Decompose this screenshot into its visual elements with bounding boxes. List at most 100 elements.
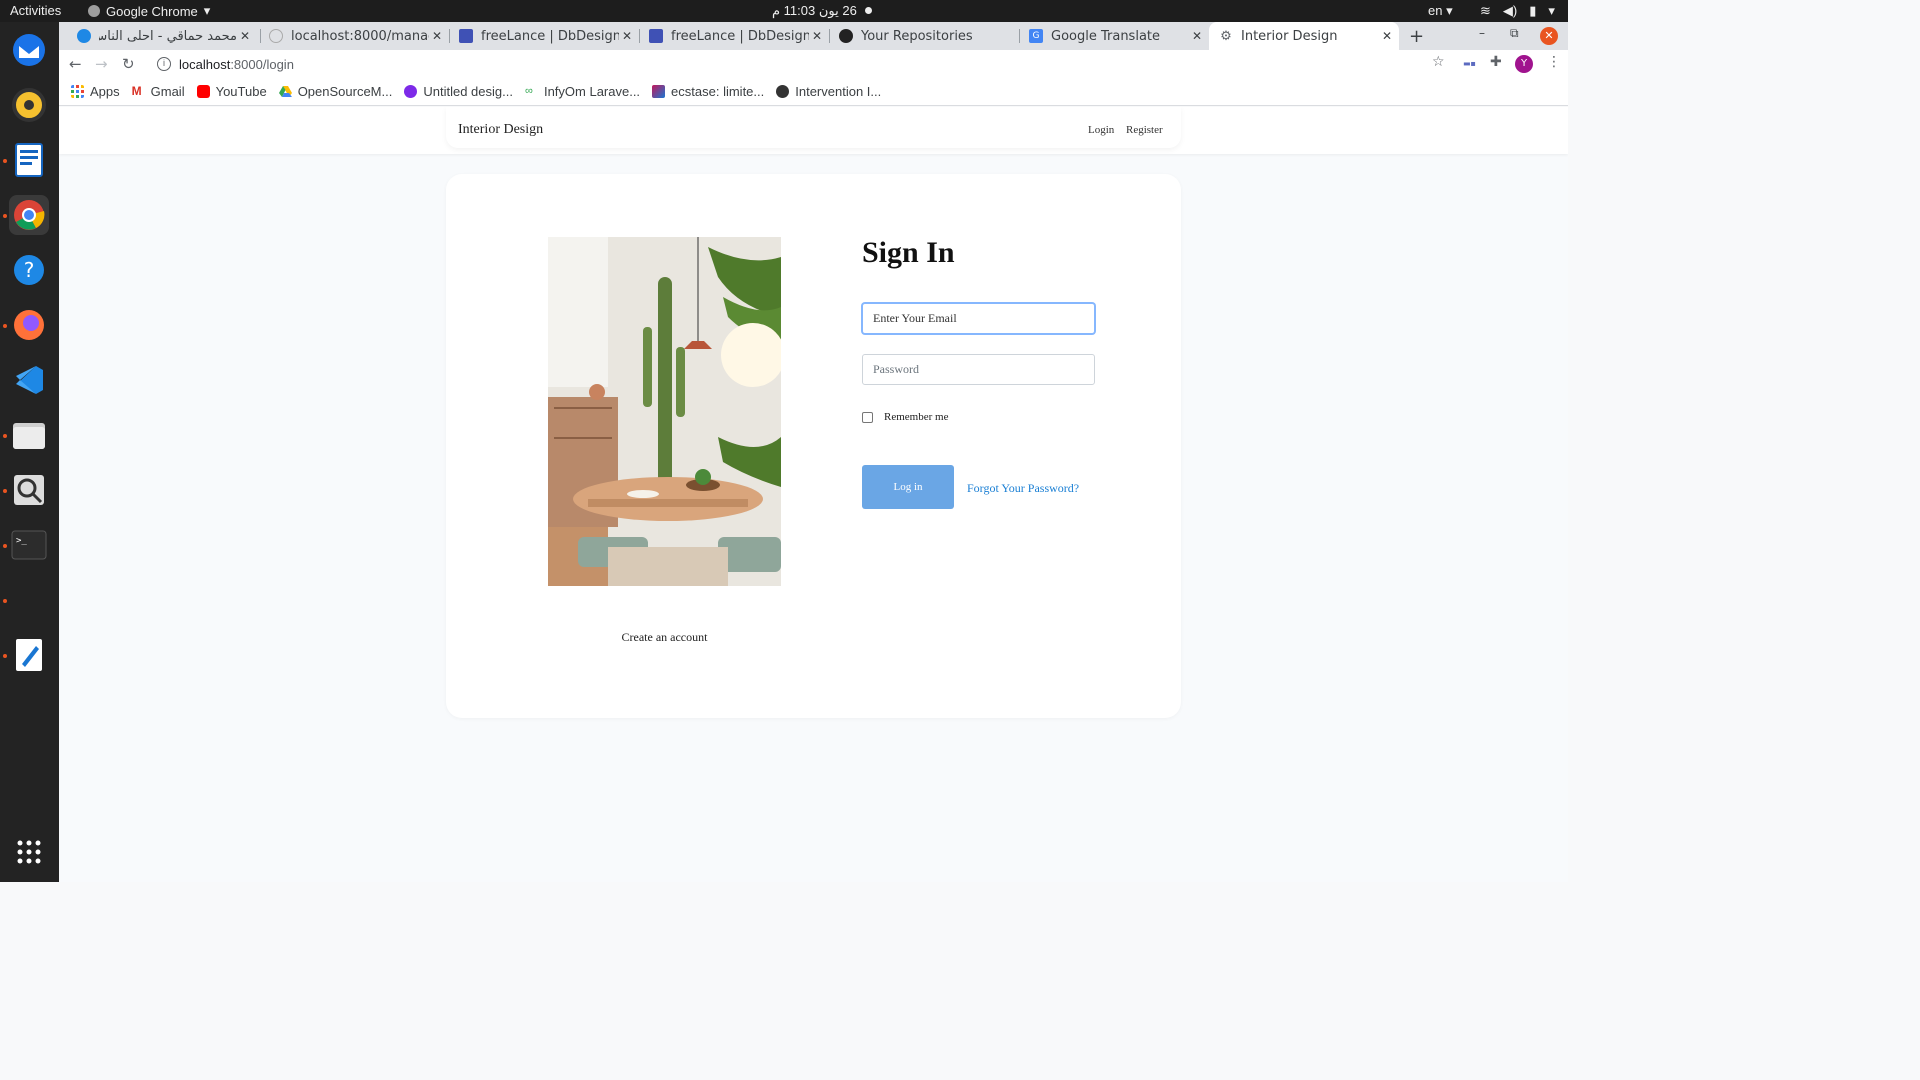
avatar[interactable]: Y <box>1515 55 1533 73</box>
wifi-icon: ≋ <box>1480 3 1491 18</box>
chrome-icon[interactable] <box>9 195 49 235</box>
dbdesigner-icon <box>459 29 473 43</box>
bookmark-infyom[interactable]: ∞ InfyOm Larave... <box>525 84 640 99</box>
bookmark-label: Untitled desig... <box>423 84 513 99</box>
close-icon[interactable]: ✕ <box>809 29 825 43</box>
gear-icon: ⚙ <box>1220 28 1232 44</box>
site-brand[interactable]: Interior Design <box>458 122 543 138</box>
chrome-small-icon <box>88 5 100 17</box>
nav-register-link[interactable]: Register <box>1126 124 1163 136</box>
extensions-puzzle-icon[interactable]: ✚ <box>1490 54 1502 70</box>
interior-photo <box>548 237 781 586</box>
forward-arrow-icon[interactable]: → <box>95 55 108 73</box>
gmail-icon: M <box>131 84 142 98</box>
bookmark-label: ecstase: limite... <box>671 84 765 99</box>
page-viewport: Interior Design Login Register Create an… <box>59 107 1568 882</box>
remember-checkbox[interactable] <box>862 411 873 423</box>
infyom-icon: ∞ <box>524 85 533 97</box>
password-field[interactable] <box>862 354 1095 385</box>
globe-icon <box>269 29 283 43</box>
tab-2[interactable]: freeLance | DbDesigner.n ✕ <box>449 22 639 50</box>
address-bar[interactable]: i localhost:8000/login <box>149 52 1449 76</box>
tab-3[interactable]: freeLance | DbDesigner.n ✕ <box>639 22 829 50</box>
back-arrow-icon[interactable]: ← <box>69 55 82 73</box>
close-icon[interactable]: ✕ <box>619 29 635 43</box>
reload-icon[interactable]: ↻ <box>122 55 135 73</box>
close-icon[interactable]: ✕ <box>1189 29 1205 43</box>
bookmark-ecstase[interactable]: ecstase: limite... <box>652 84 764 99</box>
minimize-button[interactable]: – <box>1479 26 1485 40</box>
site-info-icon[interactable]: i <box>157 57 171 71</box>
window-close-button[interactable]: ✕ <box>1540 27 1558 45</box>
bookmark-youtube[interactable]: YouTube <box>196 84 267 99</box>
svg-text:>_: >_ <box>16 536 27 546</box>
create-account-link[interactable]: Create an account <box>548 630 781 645</box>
battery-icon: ▮ <box>1529 3 1537 18</box>
caret-down-icon: ▾ <box>1548 3 1555 18</box>
tab-title: محمد حماقي - احلى الناس <box>99 28 237 44</box>
language-indicator[interactable]: en ▾ <box>1428 3 1453 19</box>
youtube-icon <box>196 85 210 98</box>
tab-0[interactable]: محمد حماقي - احلى الناس ✕ <box>67 22 257 50</box>
github-icon <box>839 29 853 43</box>
firefox-icon[interactable] <box>9 305 49 345</box>
bookmark-label: OpenSourceM... <box>297 84 393 99</box>
image-viewer-icon[interactable] <box>9 470 49 510</box>
email-field[interactable] <box>862 303 1095 334</box>
restore-button[interactable]: ⧉ <box>1510 26 1519 41</box>
clock[interactable]: 26 يون 11:03 م <box>772 3 857 19</box>
forgot-password-link[interactable]: Forgot Your Password? <box>967 481 1079 496</box>
kebab-menu-icon[interactable]: ⋮ <box>1547 54 1561 70</box>
url-path: :8000/login <box>230 56 294 72</box>
language-label: en <box>1428 3 1443 18</box>
bookmark-label: Gmail <box>150 84 185 99</box>
tab-6-active[interactable]: ⚙ Interior Design ✕ <box>1209 22 1399 50</box>
bookmark-apps[interactable]: Apps <box>71 84 120 99</box>
canva-icon <box>404 85 418 98</box>
writer-icon[interactable] <box>9 140 49 180</box>
thunderbird-icon[interactable] <box>9 30 49 70</box>
rhythmbox-icon[interactable] <box>9 85 49 125</box>
close-icon[interactable]: ✕ <box>429 29 445 43</box>
tab-1[interactable]: localhost:8000/manager ✕ <box>259 22 449 50</box>
activities-button[interactable]: Activities <box>10 3 61 18</box>
bookmark-star-icon[interactable]: ☆ <box>1432 54 1445 70</box>
github-icon <box>776 85 790 98</box>
show-apps-icon[interactable] <box>9 832 49 872</box>
close-icon[interactable]: ✕ <box>237 29 253 43</box>
remember-me[interactable]: Remember me <box>862 411 948 423</box>
text-editor-icon[interactable] <box>9 635 49 675</box>
files-icon[interactable] <box>9 415 49 455</box>
tab-5[interactable]: G Google Translate ✕ <box>1019 22 1209 50</box>
extension-icon[interactable]: ▬▪ <box>1463 59 1476 68</box>
help-icon[interactable]: ? <box>9 250 49 290</box>
new-tab-button[interactable]: + <box>1409 26 1424 47</box>
blue-shield-icon <box>77 29 91 43</box>
page-title: Sign In <box>862 236 955 269</box>
nav-login-link[interactable]: Login <box>1088 124 1114 136</box>
bookmark-intervention[interactable]: Intervention I... <box>776 84 881 99</box>
bookmark-label: YouTube <box>215 84 267 99</box>
tab-title: localhost:8000/manager <box>291 28 429 44</box>
bookmark-canva[interactable]: Untitled desig... <box>404 84 513 99</box>
dbdesigner-icon <box>649 29 663 43</box>
notification-dot <box>865 7 872 14</box>
svg-text:?: ? <box>24 258 35 282</box>
close-icon[interactable]: ✕ <box>1379 29 1395 43</box>
terminal-icon[interactable]: >_ <box>9 525 49 565</box>
bookmark-gmail[interactable]: M Gmail <box>132 84 185 99</box>
system-top-bar: Activities Google Chrome ▾ 26 يون 11:03 … <box>0 0 1568 22</box>
login-button[interactable]: Log in <box>862 465 954 509</box>
volume-icon: ◀) <box>1502 3 1518 18</box>
tab-4[interactable]: Your Repositories <box>829 22 1019 50</box>
navbar-container: Interior Design Login Register <box>446 107 1181 148</box>
url-host: localhost <box>179 56 231 72</box>
ubuntu-dock: ? >_ <box>0 22 59 882</box>
app-menu[interactable]: Google Chrome ▾ <box>88 3 210 19</box>
bookmark-label: Intervention I... <box>795 84 882 99</box>
vscode-icon[interactable] <box>9 360 49 400</box>
browser-toolbar: ← → ↻ i localhost:8000/login ☆ ▬▪ ✚ Y ⋮ <box>59 50 1568 78</box>
translate-icon: G <box>1029 29 1043 43</box>
bookmark-opensource[interactable]: OpenSourceM... <box>278 84 393 99</box>
system-tray[interactable]: ≋ ◀) ▮ ▾ <box>1480 3 1555 19</box>
